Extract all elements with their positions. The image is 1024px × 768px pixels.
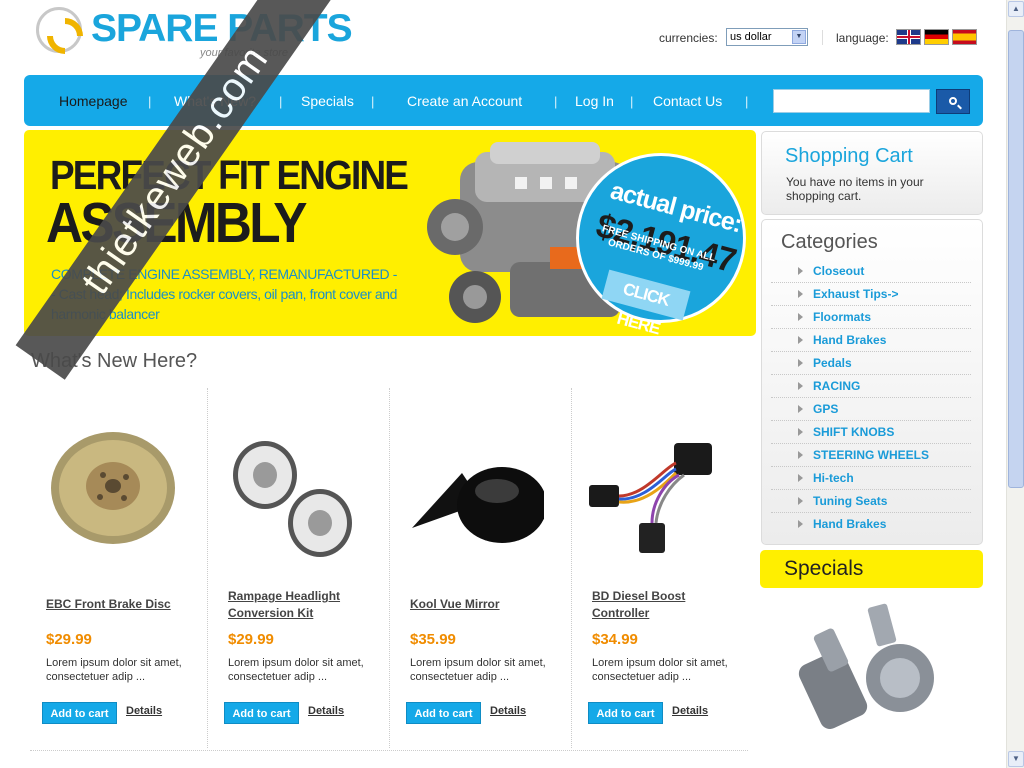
page: SPARE PARTS your favorite store currenci… <box>0 0 1006 768</box>
product-price: $34.99 <box>592 631 638 648</box>
product-price: $29.99 <box>46 631 92 648</box>
shopping-cart-box: Shopping Cart You have no items in your … <box>761 131 983 215</box>
details-link[interactable]: Details <box>126 705 162 717</box>
product-card: Kool Vue Mirror $35.99 Lorem ipsum dolor… <box>394 388 576 750</box>
categories-box: Categories Closeout Exhaust Tips-> Floor… <box>761 219 983 545</box>
arrow-right-icon <box>798 290 803 298</box>
cart-empty-message: You have no items in your shopping cart. <box>786 175 924 203</box>
car-mirror-image[interactable] <box>402 413 544 563</box>
divider <box>822 30 823 45</box>
details-link[interactable]: Details <box>672 705 708 717</box>
product-description: Lorem ipsum dolor sit amet, consectetuer… <box>592 657 728 683</box>
category-item[interactable]: Pedals <box>771 352 971 375</box>
currency-value: us dollar <box>730 31 772 43</box>
add-to-cart-button[interactable]: Add to cart <box>224 702 299 724</box>
nav-separator: | <box>148 94 152 109</box>
product-description: Lorem ipsum dolor sit amet, consectetuer… <box>228 657 364 683</box>
category-item[interactable]: SHIFT KNOBS <box>771 421 971 444</box>
specials-title[interactable]: Specials <box>784 557 863 581</box>
nav-separator: | <box>745 94 749 109</box>
currency-label: currencies: <box>659 31 718 45</box>
logo-icon <box>36 7 82 53</box>
product-card: BD Diesel Boost Controller $34.99 Lorem … <box>576 388 758 750</box>
arrow-right-icon <box>798 336 803 344</box>
product-card: Rampage Headlight Conversion Kit $29.99 … <box>212 388 394 750</box>
nav-contact-us[interactable]: Contact Us <box>653 93 722 109</box>
language-label: language: <box>836 31 889 45</box>
special-product-image[interactable] <box>790 600 950 750</box>
arrow-right-icon <box>798 382 803 390</box>
add-to-cart-button[interactable]: Add to cart <box>42 702 117 724</box>
category-item[interactable]: GPS <box>771 398 971 421</box>
product-name[interactable]: Kool Vue Mirror <box>410 596 560 613</box>
boost-controller-image[interactable] <box>584 413 726 563</box>
category-item[interactable]: Hand Brakes <box>771 513 971 536</box>
main-nav: Homepage | What's New? | Specials | Crea… <box>24 75 983 126</box>
category-item[interactable]: Floormats <box>771 306 971 329</box>
nav-separator: | <box>554 94 558 109</box>
add-to-cart-button[interactable]: Add to cart <box>406 702 481 724</box>
flag-german-icon[interactable] <box>924 29 949 45</box>
arrow-right-icon <box>798 359 803 367</box>
chevron-down-icon: ▼ <box>792 30 806 44</box>
nav-separator: | <box>371 94 375 109</box>
scroll-down-icon[interactable]: ▼ <box>1008 751 1024 767</box>
flag-english-icon[interactable] <box>896 29 921 45</box>
search-input[interactable] <box>773 89 930 113</box>
product-description: Lorem ipsum dolor sit amet, consectetuer… <box>410 657 546 683</box>
nav-homepage[interactable]: Homepage <box>59 93 128 109</box>
arrow-right-icon <box>798 428 803 436</box>
category-item[interactable]: Hi-tech <box>771 467 971 490</box>
arrow-right-icon <box>798 313 803 321</box>
category-item[interactable]: Exhaust Tips-> <box>771 283 971 306</box>
divider <box>30 750 748 751</box>
product-name[interactable]: Rampage Headlight Conversion Kit <box>228 588 378 622</box>
nav-create-account[interactable]: Create an Account <box>407 93 522 109</box>
arrow-right-icon <box>798 474 803 482</box>
category-item[interactable]: RACING <box>771 375 971 398</box>
arrow-right-icon <box>798 451 803 459</box>
cart-title[interactable]: Shopping Cart <box>785 145 913 168</box>
product-name[interactable]: EBC Front Brake Disc <box>46 596 196 613</box>
nav-separator: | <box>630 94 634 109</box>
arrow-right-icon <box>798 267 803 275</box>
details-link[interactable]: Details <box>490 705 526 717</box>
vertical-scrollbar[interactable]: ▲ ▼ <box>1006 0 1024 768</box>
scroll-up-icon[interactable]: ▲ <box>1008 1 1024 17</box>
categories-title: Categories <box>781 231 878 253</box>
specials-box: Specials <box>760 550 983 588</box>
nav-log-in[interactable]: Log In <box>575 93 614 109</box>
category-item[interactable]: Tuning Seats <box>771 490 971 513</box>
nav-separator: | <box>279 94 283 109</box>
product-card: EBC Front Brake Disc $29.99 Lorem ipsum … <box>30 388 212 750</box>
product-name[interactable]: BD Diesel Boost Controller <box>592 588 742 622</box>
product-price: $29.99 <box>228 631 274 648</box>
category-item[interactable]: Hand Brakes <box>771 329 971 352</box>
arrow-right-icon <box>798 405 803 413</box>
brake-disc-image[interactable] <box>38 413 180 563</box>
product-description: Lorem ipsum dolor sit amet, consectetuer… <box>46 657 182 683</box>
headlights-image[interactable] <box>220 413 362 563</box>
search-icon <box>949 97 957 105</box>
nav-specials[interactable]: Specials <box>301 93 354 109</box>
arrow-right-icon <box>798 497 803 505</box>
product-price: $35.99 <box>410 631 456 648</box>
add-to-cart-button[interactable]: Add to cart <box>588 702 663 724</box>
arrow-right-icon <box>798 520 803 528</box>
search-button[interactable] <box>936 89 970 114</box>
category-item[interactable]: Closeout <box>771 260 971 283</box>
category-item[interactable]: STEERING WHEELS <box>771 444 971 467</box>
currency-select[interactable]: us dollar ▼ <box>726 28 808 46</box>
scrollbar-thumb[interactable] <box>1008 30 1024 488</box>
flag-spanish-icon[interactable] <box>952 29 977 45</box>
details-link[interactable]: Details <box>308 705 344 717</box>
